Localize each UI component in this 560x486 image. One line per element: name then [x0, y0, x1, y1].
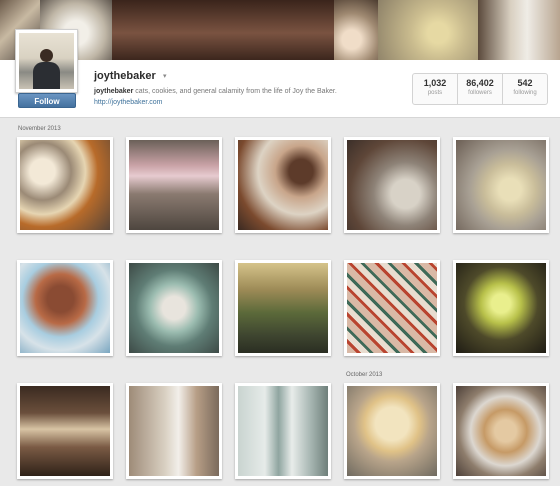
stat-following[interactable]: 542 following	[503, 74, 547, 104]
photo-baking-ingredients[interactable]	[17, 137, 113, 233]
chevron-down-icon[interactable]: ▾	[163, 72, 167, 80]
banner-tile-cafe	[112, 0, 334, 66]
photo-tea-coffee-image	[238, 140, 328, 230]
photo-pie-image	[347, 386, 437, 476]
section-label-october: October 2013	[346, 372, 383, 378]
photo-bread-slices-image	[20, 263, 110, 353]
photo-laundromat-image	[238, 386, 328, 476]
profile-bio: joythebaker cats, cookies, and general c…	[94, 88, 337, 95]
photo-cookie-tray[interactable]	[453, 137, 549, 233]
stat-followers[interactable]: 86,402 followers	[458, 74, 503, 104]
photo-glass-drink[interactable]	[453, 260, 549, 356]
photo-cookie-tray-image	[456, 140, 546, 230]
stat-followers-value: 86,402	[466, 78, 494, 88]
bio-name: joythebaker	[94, 88, 134, 95]
stat-posts-value: 1,032	[423, 78, 447, 88]
stat-following-value: 542	[517, 78, 533, 88]
profile-avatar[interactable]	[15, 29, 78, 93]
photo-cheese-grater[interactable]	[344, 137, 440, 233]
photo-pink-cups-image	[129, 140, 219, 230]
website-link[interactable]: http://joythebaker.com	[94, 99, 162, 106]
photo-pie[interactable]	[344, 383, 440, 479]
photo-cheese-grater-image	[347, 140, 437, 230]
photo-cups-stacked[interactable]	[126, 260, 222, 356]
photo-kitchen-shelves-image	[20, 386, 110, 476]
photo-glass-drink-image	[456, 263, 546, 353]
photo-woman-cake-image	[129, 386, 219, 476]
photo-laundromat[interactable]	[235, 383, 331, 479]
photo-park-trees-image	[238, 263, 328, 353]
photo-park-trees[interactable]	[235, 260, 331, 356]
profile-stats: 1,032 posts 86,402 followers 542 followi…	[412, 73, 548, 105]
bio-text: cats, cookies, and general calamity from…	[133, 88, 337, 95]
section-label-november: November 2013	[18, 126, 61, 132]
banner-tile-baker	[478, 0, 560, 66]
photo-pastries-platter[interactable]	[453, 383, 549, 479]
avatar-body	[33, 62, 60, 89]
photo-pink-cups[interactable]	[126, 137, 222, 233]
photo-pastries-platter-image	[456, 386, 546, 476]
photo-patterned-floor[interactable]	[344, 260, 440, 356]
username[interactable]: joythebaker	[94, 70, 156, 82]
photo-baking-ingredients-image	[20, 140, 110, 230]
photo-woman-cake[interactable]	[126, 383, 222, 479]
cover-banner	[0, 0, 560, 66]
photo-kitchen-shelves[interactable]	[17, 383, 113, 479]
photo-cups-stacked-image	[129, 263, 219, 353]
banner-tile-eggs	[334, 0, 378, 66]
avatar-photo	[19, 33, 74, 89]
photo-tea-coffee[interactable]	[235, 137, 331, 233]
follow-button[interactable]: Follow	[18, 93, 76, 108]
banner-tile-cookies	[378, 0, 478, 66]
stat-following-label: following	[513, 90, 537, 96]
stat-posts[interactable]: 1,032 posts	[413, 74, 458, 104]
avatar-head	[40, 49, 53, 62]
photo-patterned-floor-image	[347, 263, 437, 353]
photo-bread-slices[interactable]	[17, 260, 113, 356]
stat-followers-label: followers	[468, 90, 492, 96]
stat-posts-label: posts	[427, 90, 443, 96]
